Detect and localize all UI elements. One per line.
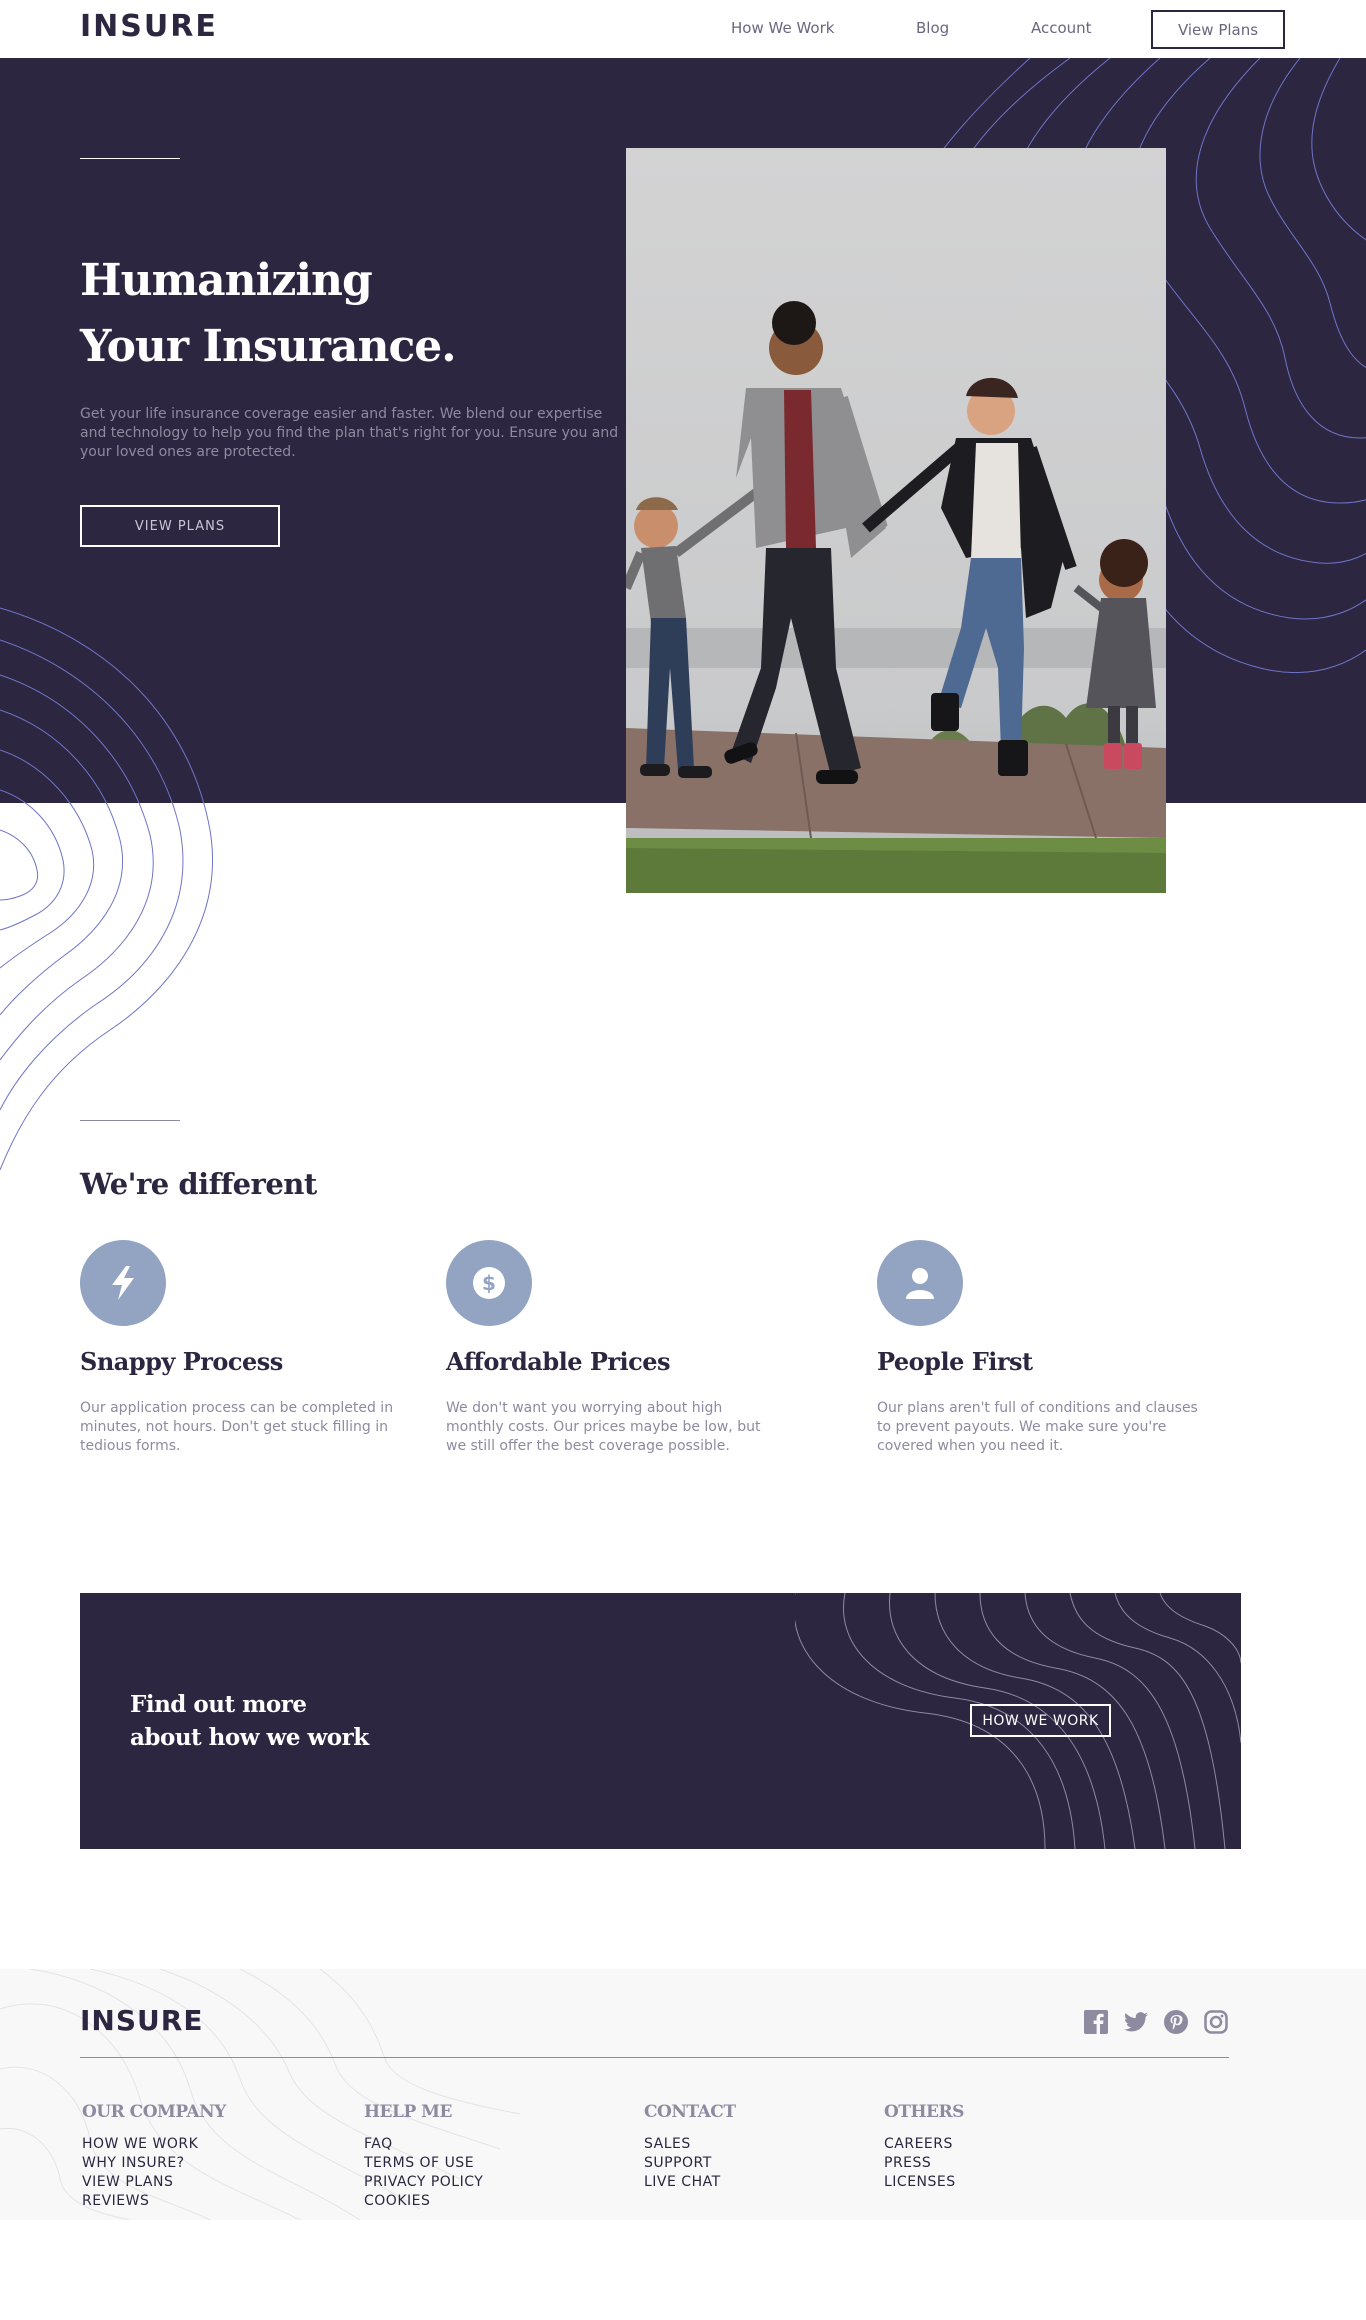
footer-column-others: OTHERS CAREERS PRESS LICENSES <box>884 2101 964 2192</box>
feature-snappy-process: Snappy Process Our application process c… <box>80 1240 393 1454</box>
svg-text:$: $ <box>482 1271 496 1295</box>
footer-divider <box>80 2057 1229 2058</box>
view-plans-button[interactable]: View Plans <box>1151 10 1285 49</box>
footer-link[interactable]: SALES <box>644 2135 735 2154</box>
features-divider <box>80 1120 180 1121</box>
how-we-work-banner: Find out more about how we work HOW WE W… <box>80 1593 1241 1849</box>
footer-column-contact: CONTACT SALES SUPPORT LIVE CHAT <box>644 2101 736 2192</box>
footer-link[interactable]: PRIVACY POLICY <box>364 2173 483 2192</box>
footer-column-title: OTHERS <box>884 2102 964 2122</box>
footer-link[interactable]: VIEW PLANS <box>82 2173 226 2192</box>
footer-column-title: CONTACT <box>644 2102 736 2122</box>
footer-logo[interactable]: INSURE <box>80 2004 203 2037</box>
footer-column-title: HELP ME <box>364 2102 452 2122</box>
footer-link[interactable]: SUPPORT <box>644 2154 735 2173</box>
feature-text: Our plans aren't full of conditions and … <box>877 1400 1198 1454</box>
footer-link[interactable]: HOW WE WORK <box>82 2135 226 2154</box>
feature-text: We don't want you worrying about high mo… <box>446 1400 761 1454</box>
nav-link-how-we-work[interactable]: How We Work <box>731 18 834 38</box>
how-we-work-button[interactable]: HOW WE WORK <box>970 1704 1111 1737</box>
footer-link[interactable]: TERMS OF USE <box>364 2154 483 2173</box>
footer-link[interactable]: REVIEWS <box>82 2192 226 2211</box>
hero-title: Humanizing Your Insurance. <box>80 248 600 380</box>
feature-title: People First <box>877 1347 1033 1376</box>
nav-link-blog[interactable]: Blog <box>916 18 949 38</box>
hero-description: Get your life insurance coverage easier … <box>80 406 619 460</box>
footer-link[interactable]: PRESS <box>884 2154 964 2173</box>
hero-title-line1: Humanizing <box>80 255 373 306</box>
hero-view-plans-button[interactable]: VIEW PLANS <box>80 505 280 547</box>
dollar-icon: $ <box>446 1240 532 1326</box>
twitter-icon[interactable] <box>1123 2009 1149 2035</box>
feature-title: Affordable Prices <box>446 1347 671 1376</box>
banner-title-line1: Find out more <box>130 1691 307 1718</box>
footer-link[interactable]: LICENSES <box>884 2173 964 2192</box>
pinterest-icon[interactable] <box>1163 2009 1189 2035</box>
footer-link[interactable]: WHY INSURE? <box>82 2154 226 2173</box>
footer-link[interactable]: CAREERS <box>884 2135 964 2154</box>
banner-title: Find out more about how we work <box>130 1688 430 1754</box>
site-header: INSURE How We Work Blog Account View Pla… <box>0 0 1366 58</box>
footer-link[interactable]: FAQ <box>364 2135 483 2154</box>
hero-divider <box>80 158 180 159</box>
banner-title-line2: about how we work <box>130 1724 369 1751</box>
site-footer: INSURE OUR COMPANY HOW WE WORK WHY INSUR… <box>0 1969 1366 2220</box>
footer-column-our-company: OUR COMPANY HOW WE WORK WHY INSURE? VIEW… <box>82 2101 226 2211</box>
hero-family-image <box>626 148 1166 893</box>
facebook-icon[interactable] <box>1083 2009 1109 2035</box>
footer-column-title: OUR COMPANY <box>82 2102 226 2122</box>
footer-link[interactable]: COOKIES <box>364 2192 483 2211</box>
instagram-icon[interactable] <box>1203 2009 1229 2035</box>
person-icon <box>877 1240 963 1326</box>
family-photo-illustration <box>626 148 1166 893</box>
footer-link[interactable]: LIVE CHAT <box>644 2173 735 2192</box>
features-title: We're different <box>80 1167 317 1201</box>
hero-title-line2: Your Insurance. <box>80 321 457 372</box>
nav-link-account[interactable]: Account <box>1031 18 1092 38</box>
feature-text: Our application process can be completed… <box>80 1400 394 1454</box>
feature-title: Snappy Process <box>80 1347 283 1376</box>
logo[interactable]: INSURE <box>80 12 218 42</box>
feature-affordable-prices: $ Affordable Prices We don't want you wo… <box>446 1240 760 1454</box>
feature-people-first: People First Our plans aren't full of co… <box>877 1240 1198 1454</box>
lightning-icon <box>80 1240 166 1326</box>
footer-column-help-me: HELP ME FAQ TERMS OF USE PRIVACY POLICY … <box>364 2101 483 2211</box>
